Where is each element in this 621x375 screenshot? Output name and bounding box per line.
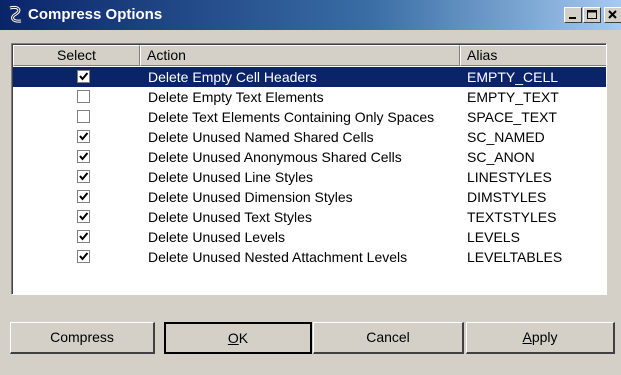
ok-button-label: K bbox=[238, 330, 249, 346]
compress-options-list[interactable]: Select Action Alias Delete Empty Cell He… bbox=[11, 43, 607, 295]
checkmark-icon bbox=[79, 152, 89, 161]
row-action: Delete Text Elements Containing Only Spa… bbox=[148, 109, 435, 125]
row-action: Delete Unused Anonymous Shared Cells bbox=[148, 149, 402, 165]
checkmark-icon bbox=[79, 212, 89, 221]
apply-button-label: pply bbox=[531, 329, 558, 345]
maximize-button[interactable] bbox=[583, 7, 601, 23]
table-row[interactable]: Delete Unused Nested Attachment Levels LE… bbox=[13, 247, 606, 267]
table-row[interactable]: Delete Unused Named Shared Cells SC_NAMED bbox=[13, 127, 606, 147]
close-button[interactable] bbox=[604, 7, 621, 23]
ok-button[interactable]: OK bbox=[164, 322, 312, 354]
list-header: Select Action Alias bbox=[13, 45, 606, 66]
checkmark-icon bbox=[79, 252, 89, 261]
row-action: Delete Empty Cell Headers bbox=[148, 69, 317, 85]
select-checkbox[interactable] bbox=[77, 170, 90, 183]
row-alias: EMPTY_TEXT bbox=[467, 89, 559, 105]
checkmark-icon bbox=[79, 232, 89, 241]
row-action: Delete Unused Text Styles bbox=[148, 209, 312, 225]
table-row[interactable]: Delete Unused Dimension Styles DIMSTYLES bbox=[13, 187, 606, 207]
minimize-icon bbox=[569, 17, 576, 19]
close-icon bbox=[608, 10, 617, 19]
row-alias: EMPTY_CELL bbox=[467, 69, 559, 85]
table-row[interactable]: Delete Unused Line Styles LINESTYLES bbox=[13, 167, 606, 187]
ok-mnemonic: O bbox=[227, 330, 239, 346]
select-checkbox[interactable] bbox=[77, 130, 90, 143]
table-row[interactable]: Delete Text Elements Containing Only Spa… bbox=[13, 107, 606, 127]
column-header-select[interactable]: Select bbox=[13, 45, 140, 66]
select-checkbox[interactable] bbox=[77, 90, 90, 103]
row-alias: SPACE_TEXT bbox=[467, 109, 557, 125]
row-action: Delete Empty Text Elements bbox=[148, 89, 324, 105]
table-row[interactable]: Delete Unused Anonymous Shared Cells SC_A… bbox=[13, 147, 606, 167]
select-checkbox[interactable] bbox=[77, 70, 90, 83]
row-alias: SC_ANON bbox=[467, 149, 535, 165]
row-alias: LINESTYLES bbox=[467, 169, 552, 185]
title-bar[interactable]: Compress Options bbox=[0, 0, 621, 30]
select-checkbox[interactable] bbox=[77, 250, 90, 263]
minimize-button[interactable] bbox=[564, 7, 582, 23]
compress-button[interactable]: Compress bbox=[10, 322, 155, 354]
row-action: Delete Unused Line Styles bbox=[148, 169, 313, 185]
table-row[interactable]: Delete Unused Levels LEVELS bbox=[13, 227, 606, 247]
checkmark-icon bbox=[79, 72, 89, 81]
select-checkbox[interactable] bbox=[77, 110, 90, 123]
select-checkbox[interactable] bbox=[77, 210, 90, 223]
compress-button-label: Compress bbox=[50, 329, 114, 345]
table-row[interactable]: Delete Unused Text Styles TEXTSTYLES bbox=[13, 207, 606, 227]
column-header-alias[interactable]: Alias bbox=[460, 45, 606, 66]
checkmark-icon bbox=[79, 192, 89, 201]
select-checkbox[interactable] bbox=[77, 190, 90, 203]
select-checkbox[interactable] bbox=[77, 230, 90, 243]
cancel-button[interactable]: Cancel bbox=[313, 322, 464, 354]
checkmark-icon bbox=[79, 172, 89, 181]
row-action: Delete Unused Dimension Styles bbox=[148, 189, 353, 205]
column-header-action[interactable]: Action bbox=[140, 45, 460, 66]
row-alias: SC_NAMED bbox=[467, 129, 545, 145]
cancel-button-label: Cancel bbox=[366, 329, 410, 345]
select-checkbox[interactable] bbox=[77, 150, 90, 163]
apply-button[interactable]: Apply bbox=[466, 322, 615, 354]
row-alias: TEXTSTYLES bbox=[467, 209, 557, 225]
table-row[interactable]: Delete Empty Text Elements EMPTY_TEXT bbox=[13, 87, 606, 107]
row-alias: LEVELS bbox=[467, 229, 520, 245]
apply-mnemonic: A bbox=[522, 329, 532, 345]
row-alias: LEVELTABLES bbox=[467, 249, 563, 265]
checkmark-icon bbox=[79, 132, 89, 141]
row-action: Delete Unused Nested Attachment Levels bbox=[148, 249, 408, 265]
row-action: Delete Unused Levels bbox=[148, 229, 285, 245]
row-action: Delete Unused Named Shared Cells bbox=[148, 129, 374, 145]
app-icon[interactable] bbox=[6, 5, 26, 25]
row-alias: DIMSTYLES bbox=[467, 189, 547, 205]
window-title: Compress Options bbox=[28, 6, 163, 23]
maximize-icon bbox=[587, 10, 597, 19]
table-row[interactable]: Delete Empty Cell Headers EMPTY_CELL bbox=[13, 67, 606, 87]
